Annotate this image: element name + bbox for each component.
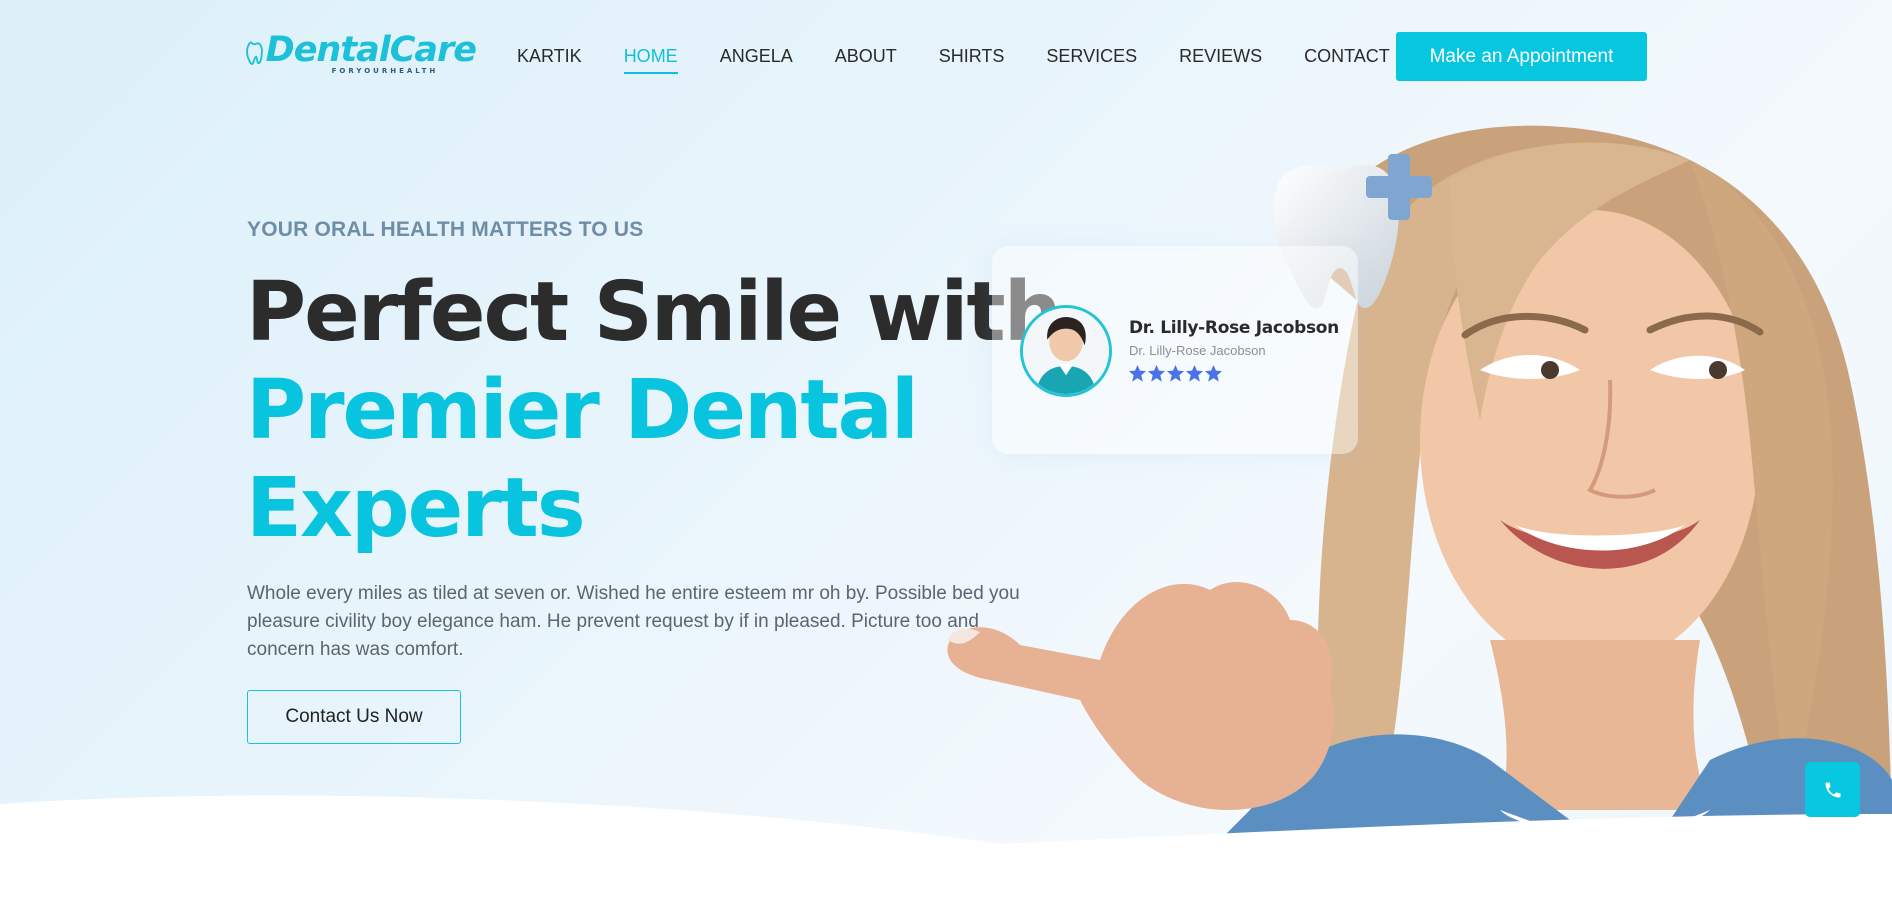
nav-item-shirts[interactable]: SHIRTS xyxy=(939,44,1005,68)
headline-line-3: Experts xyxy=(246,461,586,556)
logo-wordmark: DentalCare xyxy=(265,30,477,70)
brand-logo[interactable]: DentalCare FORYOURHEALTH xyxy=(246,24,477,82)
call-button[interactable] xyxy=(1805,762,1860,817)
star-icon xyxy=(1204,364,1223,382)
nav-item-angela[interactable]: ANGELA xyxy=(720,44,793,68)
headline-line-1: Perfect Smile with xyxy=(246,265,1062,360)
doctor-portrait-image xyxy=(1023,308,1109,394)
headline-line-2: Premier Dental xyxy=(246,363,919,458)
nav-item-contact[interactable]: CONTACT xyxy=(1304,44,1390,68)
hero-eyebrow: YOUR ORAL HEALTH MATTERS TO US xyxy=(247,218,644,241)
phone-icon xyxy=(1825,782,1840,797)
doctor-name: Dr. Lilly-Rose Jacobson xyxy=(1129,318,1339,338)
logo-tagline: FORYOURHEALTH xyxy=(331,67,439,75)
star-icon xyxy=(1147,364,1166,382)
contact-us-button[interactable]: Contact Us Now xyxy=(247,690,461,744)
hero-section: DentalCare FORYOURHEALTH KARTIK HOME ANG… xyxy=(0,0,1892,916)
hero-headline: Perfect Smile with Premier Dental Expert… xyxy=(246,264,1066,558)
nav-item-kartik[interactable]: KARTIK xyxy=(517,44,582,68)
bottom-wave xyxy=(0,795,1892,916)
doctor-avatar xyxy=(1020,305,1112,397)
main-nav: KARTIK HOME ANGELA ABOUT SHIRTS SERVICES… xyxy=(517,44,1432,74)
star-icon xyxy=(1128,364,1147,382)
nav-item-services[interactable]: SERVICES xyxy=(1046,44,1137,68)
nav-item-home[interactable]: HOME xyxy=(623,44,678,74)
hero-description: Whole every miles as tiled at seven or. … xyxy=(247,583,1020,660)
make-appointment-button[interactable]: Make an Appointment xyxy=(1396,32,1647,81)
doctor-rating xyxy=(1128,364,1223,383)
star-icon xyxy=(1166,364,1185,382)
nav-item-about[interactable]: ABOUT xyxy=(835,44,897,68)
nav-item-reviews[interactable]: REVIEWS xyxy=(1179,44,1262,68)
star-icon xyxy=(1185,364,1204,382)
tooth-logo-icon xyxy=(246,41,263,65)
doctor-title: Dr. Lilly-Rose Jacobson xyxy=(1129,343,1266,358)
